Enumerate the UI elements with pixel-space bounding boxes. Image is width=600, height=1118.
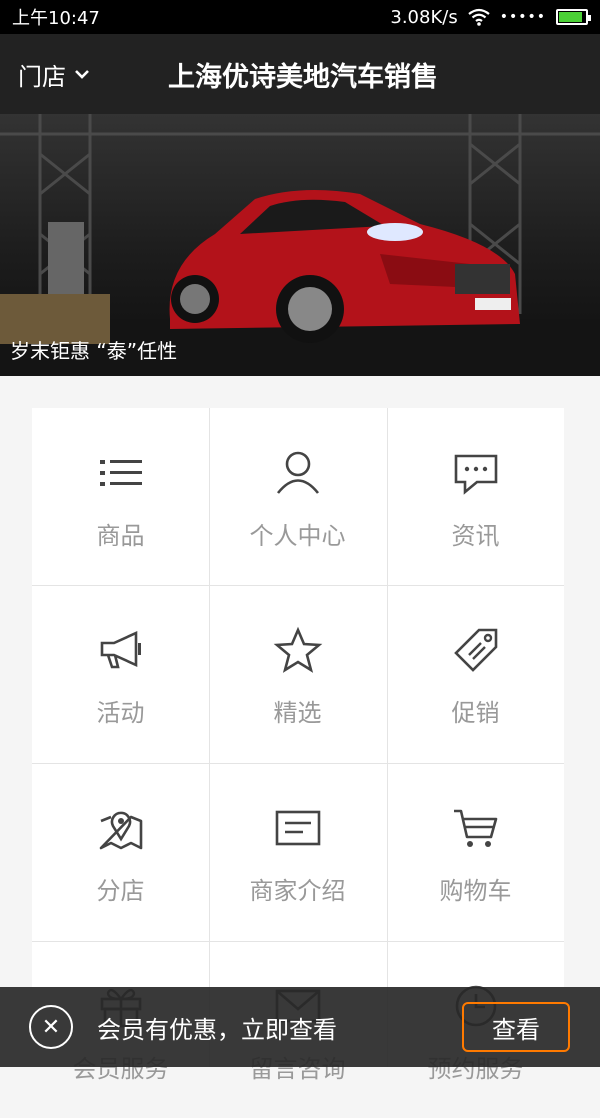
- menu-item-personal-center[interactable]: 个人中心: [209, 408, 386, 585]
- chat-icon: [454, 454, 497, 495]
- promo-banner[interactable]: 岁末钜惠 “泰”任性: [0, 114, 600, 376]
- menu-item-label: 商家介绍: [249, 877, 346, 905]
- menu-item-label: 个人中心: [249, 522, 346, 550]
- banner-caption: 岁末钜惠 “泰”任性: [10, 339, 178, 363]
- page-title: 上海优诗美地汽车销售: [168, 61, 438, 93]
- chevron-down-icon: [75, 70, 89, 79]
- store-selector[interactable]: 门店: [0, 57, 148, 92]
- menu-item-label: 资讯: [451, 522, 500, 550]
- member-promo-bar: ✕ 会员有优惠，立即查看 查看: [0, 987, 600, 1067]
- map-pin-icon: [99, 811, 142, 850]
- menu-item-label: 活动: [96, 699, 145, 727]
- store-label: 门店: [18, 62, 66, 91]
- header: 门店 上海优诗美地汽车销售: [0, 34, 600, 114]
- menu-item-label: 分店: [96, 877, 145, 905]
- view-button[interactable]: 查看: [462, 1002, 570, 1052]
- menu-item-promotions[interactable]: 促销: [387, 585, 564, 762]
- list-icon: [99, 460, 142, 486]
- menu-item-cart[interactable]: 购物车: [387, 763, 564, 940]
- signal-icon: •••••: [499, 9, 546, 25]
- menu-item-label: 精选: [273, 699, 322, 727]
- status-right: 3.08K/s •••••: [390, 6, 591, 28]
- menu-item-products[interactable]: 商品: [32, 408, 209, 585]
- user-icon: [276, 451, 319, 494]
- message-box-icon: [275, 810, 320, 846]
- menu-item-branches[interactable]: 分店: [32, 763, 209, 940]
- cart-icon: [453, 809, 497, 847]
- menu-item-label: 购物车: [439, 877, 512, 905]
- battery-fill: [559, 12, 582, 22]
- wifi-icon: [468, 8, 490, 26]
- star-icon: [273, 626, 322, 673]
- menu-grid: 商品 个人中心 资讯 活动 精选 促销 分店 商家介绍 购物车 会员服务 留言咨…: [32, 408, 564, 1083]
- megaphone-icon: [100, 630, 141, 669]
- promo-text: 会员有优惠，立即查看: [97, 1015, 337, 1044]
- menu-item-news[interactable]: 资讯: [387, 408, 564, 585]
- menu-item-activities[interactable]: 活动: [32, 585, 209, 762]
- tag-icon: [453, 628, 497, 672]
- battery-icon: [556, 9, 591, 25]
- menu-item-merchant-intro[interactable]: 商家介绍: [209, 763, 386, 940]
- status-bar: 上午10:47 3.08K/s •••••: [0, 0, 600, 34]
- menu-item-label: 商品: [96, 522, 145, 550]
- network-speed: 3.08K/s: [390, 6, 458, 28]
- menu-item-featured[interactable]: 精选: [209, 585, 386, 762]
- status-time: 上午10:47: [12, 8, 100, 29]
- close-icon[interactable]: ✕: [29, 1005, 73, 1049]
- menu-item-label: 促销: [451, 699, 500, 727]
